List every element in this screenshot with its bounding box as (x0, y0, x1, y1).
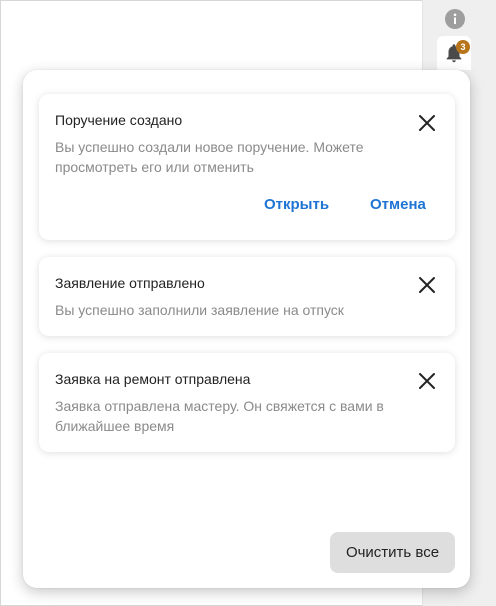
notification-card: Заявка на ремонт отправлена Заявка отпра… (39, 353, 455, 452)
notification-title: Заявка на ремонт отправлена (55, 371, 251, 387)
notification-text: Вы успешно создали новое поручение. Може… (55, 139, 364, 175)
info-icon[interactable] (445, 9, 465, 29)
notifications-panel: Поручение создано Вы успешно создали нов… (23, 70, 470, 588)
notification-card: Заявление отправлено Вы успешно заполнил… (39, 257, 455, 336)
clear-all-button[interactable]: Очистить все (330, 532, 455, 573)
cancel-button[interactable]: Отмена (370, 196, 426, 213)
notification-title: Заявление отправлено (55, 275, 205, 291)
close-notification-button[interactable] (417, 275, 437, 295)
notifications-button[interactable]: 3 (437, 36, 471, 70)
close-notification-button[interactable] (417, 113, 437, 133)
close-icon (419, 373, 435, 389)
notification-text: Заявка отправлена мастеру. Он свяжется с… (55, 398, 384, 434)
notification-title: Поручение создано (55, 112, 183, 128)
notification-card: Поручение создано Вы успешно создали нов… (39, 94, 455, 240)
notification-text: Вы успешно заполнили заявление на отпуск (55, 302, 344, 318)
close-notification-button[interactable] (417, 371, 437, 391)
notification-count-badge: 3 (456, 40, 470, 54)
close-icon (419, 115, 435, 131)
open-button[interactable]: Открыть (264, 196, 329, 213)
close-icon (419, 277, 435, 293)
